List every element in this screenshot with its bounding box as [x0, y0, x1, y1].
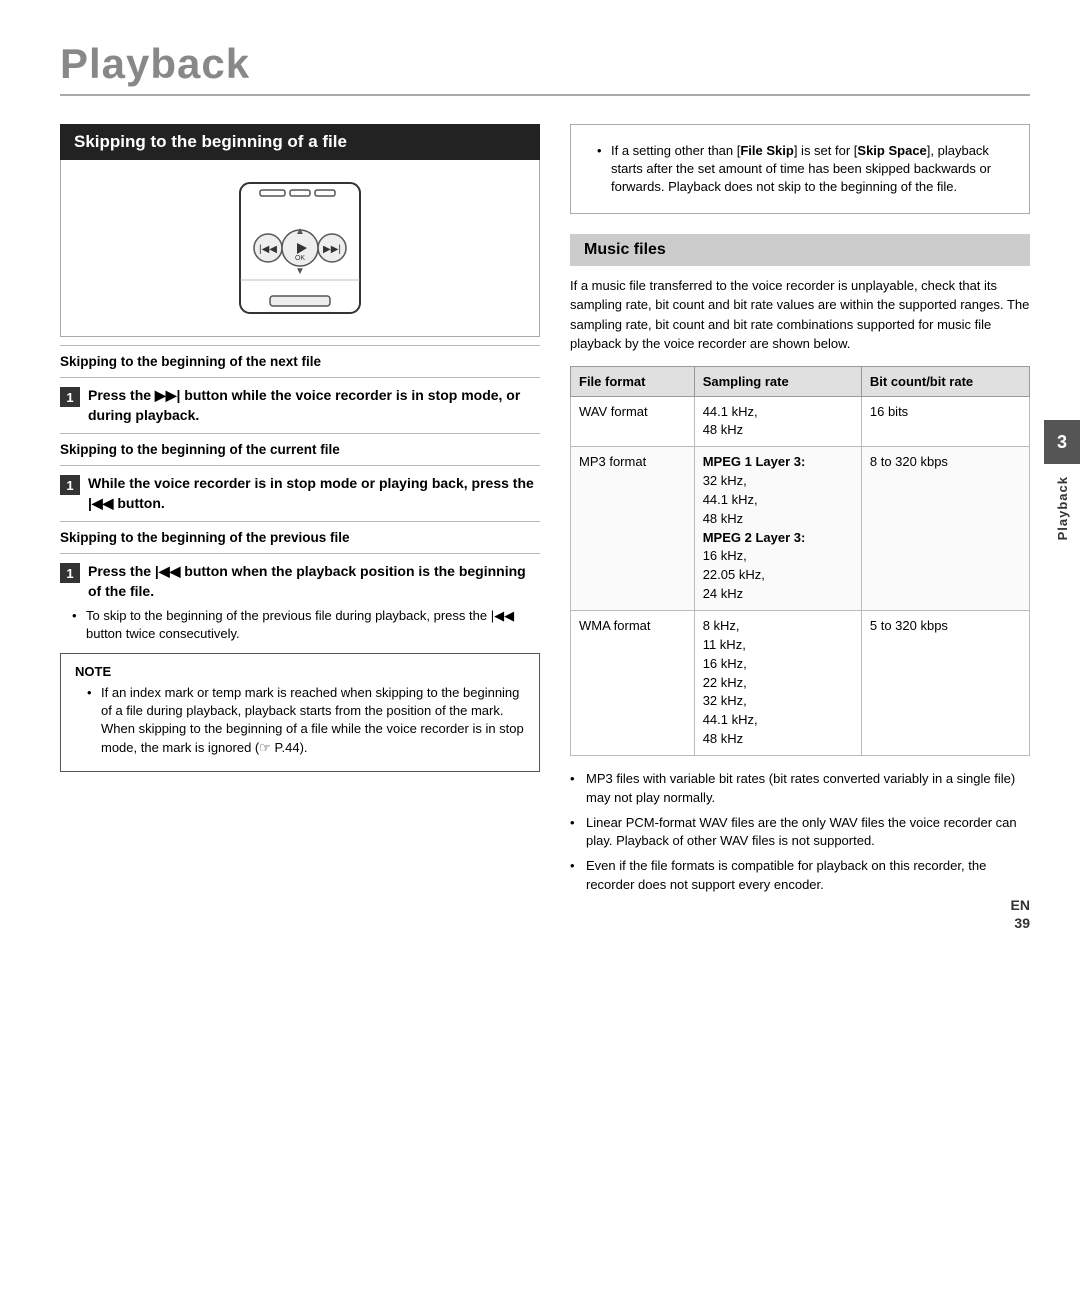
col-header-bitrate: Bit count/bit rate	[861, 366, 1029, 396]
left-column: Skipping to the beginning of a file	[60, 124, 540, 911]
chapter-number: 3	[1044, 420, 1080, 464]
sub-heading-current-file: Skipping to the beginning of the current…	[60, 442, 540, 457]
music-files-section: Music files If a music file transferred …	[570, 234, 1030, 895]
note-label: NOTE	[75, 664, 525, 679]
bitrate-mp3: 8 to 320 kbps	[861, 447, 1029, 611]
music-table: File format Sampling rate Bit count/bit …	[570, 366, 1030, 756]
svg-text:▶▶|: ▶▶|	[323, 244, 341, 255]
step3-bullet: To skip to the beginning of the previous…	[72, 607, 540, 643]
music-intro: If a music file transferred to the voice…	[570, 276, 1030, 354]
step-block-2: 1 While the voice recorder is in stop mo…	[60, 474, 540, 513]
bullet-encoder: Even if the file formats is compatible f…	[570, 857, 1030, 895]
music-files-heading: Music files	[570, 234, 1030, 266]
table-row: MP3 format MPEG 1 Layer 3: 32 kHz, 44.1 …	[571, 447, 1030, 611]
language-label: EN	[1011, 897, 1030, 913]
format-wav: WAV format	[571, 396, 695, 447]
svg-text:OK: OK	[295, 255, 305, 262]
device-image: OK ▲ ▼ |◀◀ ▶▶|	[60, 160, 540, 337]
bullet-wav-pcm: Linear PCM-format WAV files are the only…	[570, 814, 1030, 852]
table-row: WAV format 44.1 kHz,48 kHz 16 bits	[571, 396, 1030, 447]
svg-text:|◀◀: |◀◀	[259, 244, 277, 255]
col-header-sampling: Sampling rate	[694, 366, 861, 396]
section-heading-file: Skipping to the beginning of a file	[60, 124, 540, 160]
chapter-tab: 3 Playback	[1044, 420, 1080, 540]
step-text-3: Press the |◀◀ button when the playback p…	[88, 562, 540, 601]
step-block-3: 1 Press the |◀◀ button when the playback…	[60, 562, 540, 643]
bottom-bar: EN 39	[1011, 897, 1030, 931]
right-bullets: MP3 files with variable bit rates (bit r…	[570, 770, 1030, 895]
table-row: WMA format 8 kHz, 11 kHz, 16 kHz, 22 kHz…	[571, 611, 1030, 756]
bullet-mp3-variable: MP3 files with variable bit rates (bit r…	[570, 770, 1030, 808]
sub-heading-prev-file: Skipping to the beginning of the previou…	[60, 530, 540, 545]
note-box: NOTE If an index mark or temp mark is re…	[60, 653, 540, 772]
svg-text:▼: ▼	[295, 266, 305, 277]
page-number: 39	[1014, 915, 1030, 931]
col-header-format: File format	[571, 366, 695, 396]
step-text-1: Press the ▶▶| button while the voice rec…	[88, 386, 540, 425]
step-num-2: 1	[60, 475, 80, 495]
sampling-wma: 8 kHz, 11 kHz, 16 kHz, 22 kHz, 32 kHz, 4…	[694, 611, 861, 756]
format-wma: WMA format	[571, 611, 695, 756]
svg-text:▲: ▲	[295, 226, 305, 237]
page-title: Playback	[60, 40, 1030, 88]
step-text-2: While the voice recorder is in stop mode…	[88, 474, 540, 513]
chapter-label: Playback	[1055, 476, 1070, 540]
step-num-3: 1	[60, 563, 80, 583]
step-block-1: 1 Press the ▶▶| button while the voice r…	[60, 386, 540, 425]
sampling-mp3: MPEG 1 Layer 3: 32 kHz, 44.1 kHz, 48 kHz…	[694, 447, 861, 611]
sampling-wav: 44.1 kHz,48 kHz	[694, 396, 861, 447]
right-note-box: If a setting other than [File Skip] is s…	[570, 124, 1030, 214]
bitrate-wav: 16 bits	[861, 396, 1029, 447]
right-column: If a setting other than [File Skip] is s…	[570, 124, 1030, 911]
step-num-1: 1	[60, 387, 80, 407]
format-mp3: MP3 format	[571, 447, 695, 611]
bitrate-wma: 5 to 320 kbps	[861, 611, 1029, 756]
sub-heading-next-file: Skipping to the beginning of the next fi…	[60, 354, 540, 369]
note-text: If an index mark or temp mark is reached…	[87, 684, 525, 757]
right-note-text: If a setting other than [File Skip] is s…	[597, 142, 1015, 197]
